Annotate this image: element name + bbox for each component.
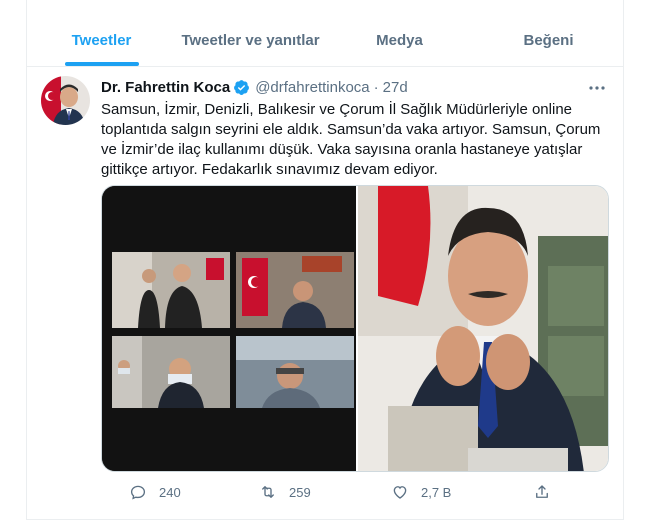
tab-media[interactable]: Medya <box>325 0 474 66</box>
tweet-time[interactable]: 27d <box>383 79 408 96</box>
retweet-icon <box>262 486 274 498</box>
reply-button[interactable]: 240 <box>129 483 181 501</box>
share-icon <box>536 485 548 498</box>
like-count: 2,7 B <box>421 484 452 500</box>
heart-icon <box>393 486 407 499</box>
tweet-text: Samsun, İzmir, Denizli, Balıkesir ve Çor… <box>101 101 601 178</box>
reply-count: 240 <box>159 484 181 500</box>
tweet-media[interactable] <box>101 185 609 472</box>
minister-photo[interactable] <box>358 186 608 471</box>
profile-tabs: Tweetler Tweetler ve yanıtlar Medya Beğe… <box>27 0 623 67</box>
retweet-count: 259 <box>289 484 311 500</box>
video-call-photo[interactable] <box>102 186 356 471</box>
reply-icon <box>130 485 146 500</box>
avatar[interactable] <box>41 76 90 125</box>
tab-likes[interactable]: Beğeni <box>474 0 623 66</box>
tab-tweets-and-replies[interactable]: Tweetler ve yanıtlar <box>176 0 325 66</box>
like-button[interactable]: 2,7 B <box>391 483 451 501</box>
verified-badge-icon <box>233 79 250 96</box>
author-name[interactable]: Dr. Fahrettin Koca <box>101 79 230 96</box>
share-button[interactable] <box>533 483 551 501</box>
separator-dot: · <box>373 79 379 96</box>
retweet-button[interactable]: 259 <box>259 483 311 501</box>
tweet-header: Dr. Fahrettin Koca @drfahrettinkoca · 27… <box>101 79 408 96</box>
author-handle[interactable]: @drfahrettinkoca <box>255 79 369 96</box>
profile-timeline: Tweetler Tweetler ve yanıtlar Medya Beğe… <box>26 0 624 520</box>
more-icon[interactable] <box>587 80 607 96</box>
tab-tweets[interactable]: Tweetler <box>27 0 176 66</box>
